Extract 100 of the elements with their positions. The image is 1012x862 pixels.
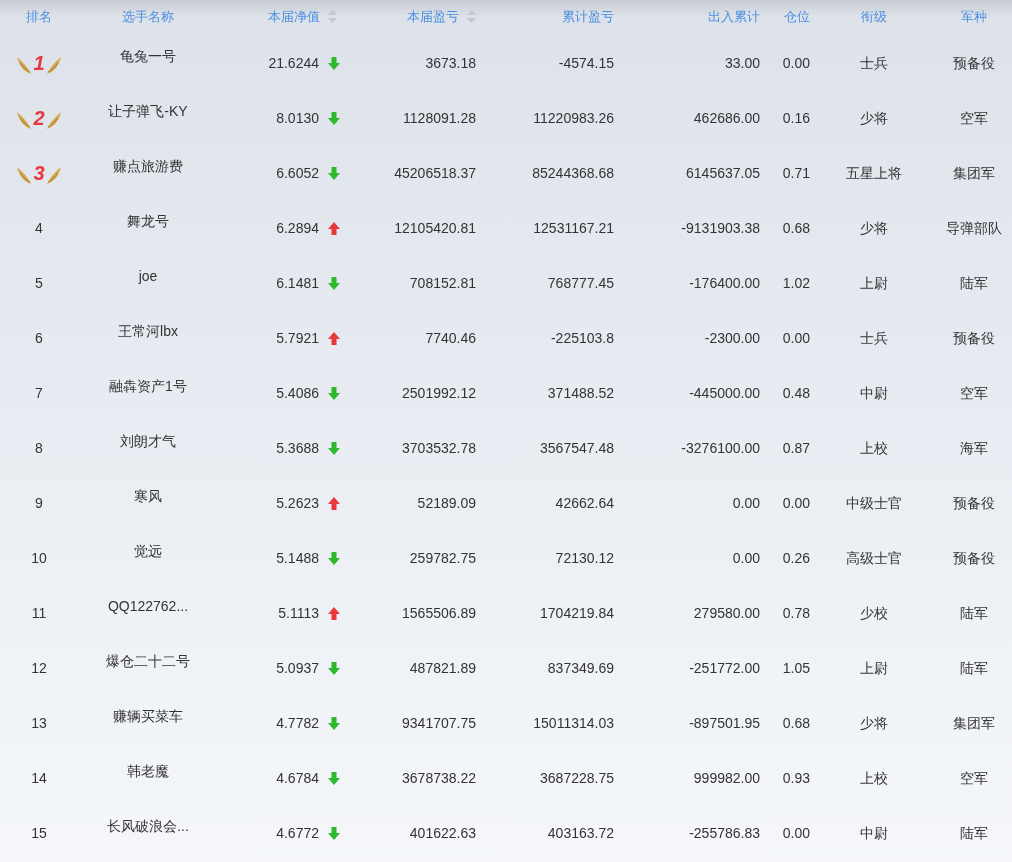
net-value: 8.0130: [276, 109, 319, 128]
profit-value: 487821.89: [409, 659, 476, 678]
rank-title: 中尉: [859, 824, 888, 843]
profit-value: 2501992.12: [402, 384, 476, 403]
position-value: 0.68: [782, 714, 810, 733]
profit-value: 52189.09: [417, 494, 476, 513]
service-branch: 陆军: [959, 824, 988, 843]
profit-value: 1128091.28: [403, 109, 476, 128]
player-name: QQ122762...: [107, 597, 189, 616]
flow-value: -445000.00: [689, 384, 760, 403]
profit-value: 45206518.37: [394, 164, 476, 183]
sort-icon[interactable]: [328, 10, 337, 23]
rank-number: 5: [35, 274, 43, 293]
position-value: 0.00: [782, 54, 810, 73]
rank-title: 上尉: [859, 274, 888, 293]
rank-title: 士兵: [859, 54, 888, 73]
profit-value: 12105420.81: [394, 219, 476, 238]
flow-value: -251772.00: [689, 659, 760, 678]
service-branch: 集团军: [952, 164, 995, 183]
total-profit-value: 403163.72: [547, 824, 614, 843]
profit-value: 7740.46: [425, 329, 476, 348]
rank-title: 中级士官: [845, 494, 902, 513]
total-profit-value: 837349.69: [547, 659, 614, 678]
service-branch: 集团军: [952, 714, 995, 733]
total-profit-value: -4574.15: [558, 54, 614, 73]
position-value: 0.68: [782, 219, 810, 238]
rank-number: 4: [35, 219, 43, 238]
total-profit-value: 3567547.48: [540, 439, 614, 458]
flow-value: 6145637.05: [686, 164, 760, 183]
total-profit-value: 371488.52: [547, 384, 614, 403]
rank-number: 1: [32, 52, 46, 75]
net-value: 6.6052: [276, 164, 319, 183]
service-branch: 预备役: [952, 54, 995, 73]
service-branch: 空军: [959, 769, 988, 788]
profit-value: 3673.18: [425, 54, 476, 73]
player-name: 赚点旅游费: [113, 157, 183, 176]
net-value: 5.1113: [278, 604, 319, 623]
player-name: 觉远: [134, 542, 162, 561]
flow-value: 462686.00: [693, 109, 760, 128]
rank-title: 上校: [859, 769, 888, 788]
column-header: 出入累计: [708, 7, 760, 26]
player-name: 让子弹飞-KY: [108, 102, 188, 121]
player-name: 融犇资产1号: [109, 377, 187, 396]
service-branch: 空军: [959, 384, 988, 403]
player-name: 寒风: [134, 487, 162, 506]
player-name: 龟兔一号: [120, 47, 176, 66]
sort-icon[interactable]: [467, 10, 476, 23]
position-value: 0.00: [782, 329, 810, 348]
column-header: 排名: [26, 7, 52, 26]
total-profit-value: 768777.45: [547, 274, 614, 293]
net-value: 5.7921: [276, 329, 319, 348]
flow-value: -176400.00: [689, 274, 760, 293]
profit-value: 259782.75: [409, 549, 476, 568]
profit-value: 3678738.22: [402, 769, 476, 788]
total-profit-value: 15011314.03: [533, 714, 614, 733]
player-name: 舞龙号: [127, 212, 169, 231]
service-branch: 导弹部队: [945, 219, 1002, 238]
total-profit-value: 1704219.84: [540, 604, 614, 623]
player-name: 王常河lbx: [118, 322, 178, 341]
flow-value: 999982.00: [693, 769, 760, 788]
column-header[interactable]: 本届净值: [268, 6, 320, 27]
rank-title: 高级士官: [845, 549, 902, 568]
rank-number: 8: [35, 439, 43, 458]
rank-title: 上尉: [859, 659, 888, 678]
position-value: 0.93: [782, 769, 810, 788]
flow-value: -3276100.00: [681, 439, 760, 458]
total-profit-value: 85244368.68: [532, 164, 614, 183]
net-value: 4.6772: [276, 824, 319, 843]
net-value: 5.0937: [276, 659, 319, 678]
net-value: 4.7782: [276, 714, 319, 733]
rank-title: 少将: [859, 109, 888, 128]
rank-number: 10: [31, 549, 47, 568]
flow-value: -2300.00: [704, 329, 760, 348]
column-header: 军种: [960, 7, 987, 26]
service-branch: 预备役: [952, 494, 995, 513]
rank-title: 上校: [859, 439, 888, 458]
profit-value: 401622.63: [409, 824, 476, 843]
service-branch: 空军: [959, 109, 988, 128]
service-branch: 预备役: [952, 549, 995, 568]
profit-value: 3703532.78: [402, 439, 476, 458]
flow-value: -897501.95: [689, 714, 760, 733]
rank-number: 12: [31, 659, 47, 678]
profit-value: 708152.81: [409, 274, 476, 293]
player-name: 韩老魔: [127, 762, 169, 781]
rank-number: 9: [35, 494, 43, 513]
service-branch: 海军: [959, 439, 988, 458]
flow-value: 279580.00: [693, 604, 760, 623]
rank-title: 少将: [859, 714, 888, 733]
column-header[interactable]: 本届盈亏: [407, 6, 459, 27]
flow-value: 0.00: [732, 494, 760, 513]
rank-number: 7: [35, 384, 43, 403]
column-header: 仓位: [784, 7, 810, 26]
service-branch: 陆军: [959, 659, 988, 678]
position-value: 0.71: [782, 164, 810, 183]
position-value: 0.00: [782, 824, 810, 843]
position-value: 1.02: [782, 274, 810, 293]
rank-title: 少校: [859, 604, 888, 623]
net-value: 6.2894: [276, 219, 319, 238]
service-branch: 陆军: [959, 274, 988, 293]
flow-value: -255786.83: [689, 824, 760, 843]
